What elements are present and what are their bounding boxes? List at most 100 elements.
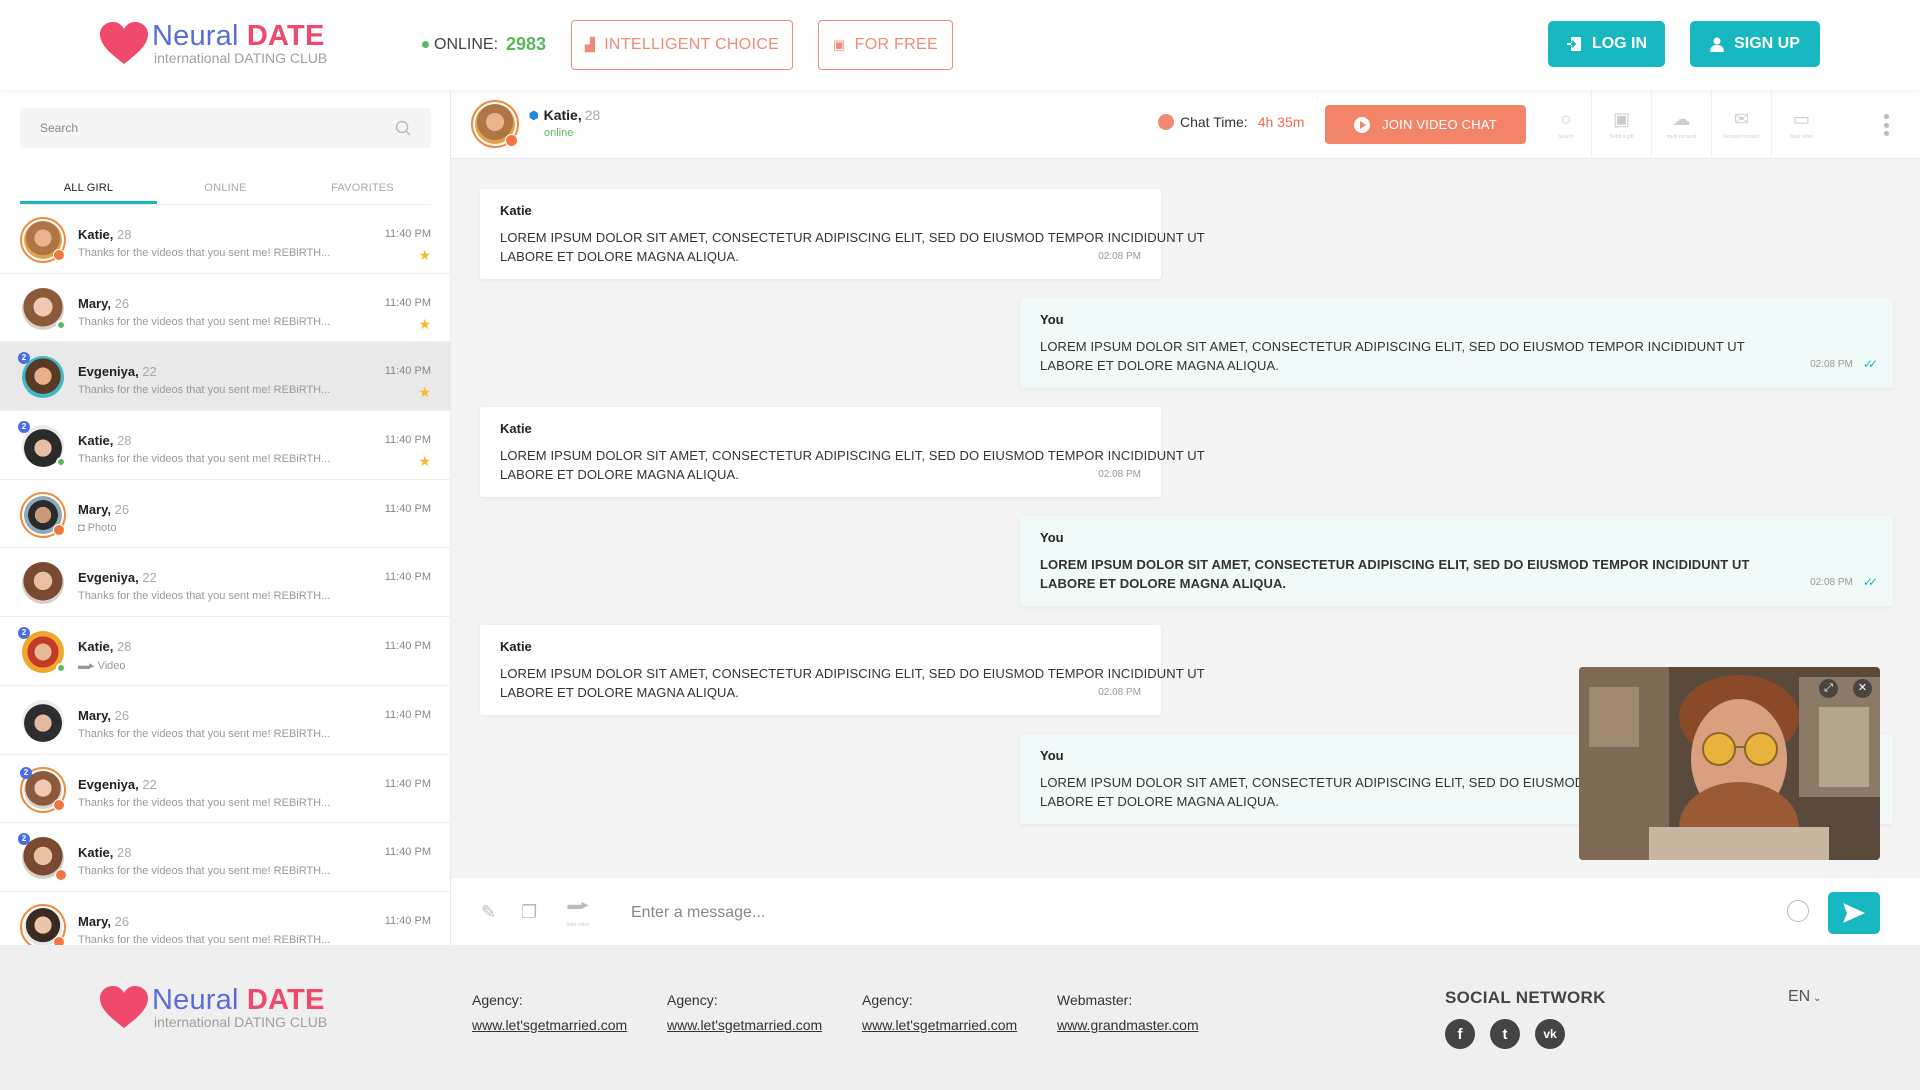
intelligent-choice-button[interactable]: ▟ INTELLIGENT CHOICE	[571, 20, 793, 70]
language-selector[interactable]: EN ⌄	[1788, 988, 1821, 1006]
conversation-item[interactable]: 2 Katie, 28 Thanks for the videos that y…	[0, 411, 451, 480]
emoji-icon[interactable]	[1787, 900, 1809, 922]
chat-toolbar: ○ Search ▣ Send a gift ☁ multi-picsend ✉ Req…	[1541, 90, 1831, 159]
footer-logo[interactable]: Neural DATE international DATING CLUB	[98, 984, 327, 1030]
footer-agency-1: Agency: www.let'sgetmarried.com	[472, 992, 627, 1033]
chat-time: Chat Time: 4h 35m	[1158, 114, 1304, 130]
brand-name: Neural DATE	[152, 19, 325, 52]
conversation-item[interactable]: 2 Evgeniya, 22 Thanks for the videos tha…	[0, 755, 451, 824]
message-text: Lorem ipsum dolor sit amet, consectetur …	[500, 448, 1205, 482]
video-camera-icon: ▭	[1792, 109, 1810, 129]
sender-name: Katie	[500, 639, 532, 654]
expand-icon[interactable]: ⤢	[1819, 679, 1838, 698]
for-free-button[interactable]: ▣ FOR FREE	[818, 20, 953, 70]
contact-icon: ✉	[1733, 109, 1750, 129]
contact-avatar[interactable]	[471, 100, 519, 148]
start-video-tool[interactable]: ▭ Start video	[1771, 90, 1831, 159]
join-video-label: JOIN VIDEO CHAT	[1382, 117, 1497, 132]
message-time: 11:40 PM	[384, 296, 431, 309]
avatar: 2	[18, 833, 67, 882]
footer-agency-3: Agency: www.let'sgetmarried.com	[862, 992, 1017, 1033]
contact-name: Evgeniya, 22	[78, 776, 157, 792]
outgoing-message: You Lorem ipsum dolor sit amet, consecte…	[1020, 298, 1893, 388]
language-label: EN	[1788, 988, 1811, 1005]
send-icon	[1843, 903, 1865, 923]
last-message: Thanks for the videos that you sent me! …	[78, 384, 331, 397]
paperclip-icon[interactable]: ✎	[481, 902, 496, 923]
search-icon[interactable]	[395, 120, 411, 136]
send-gift-tool[interactable]: ▣ Send a gift	[1591, 90, 1651, 159]
conversation-item[interactable]: Mary, 26 Thanks for the videos that you …	[0, 274, 451, 343]
join-video-chat-button[interactable]: JOIN VIDEO CHAT	[1325, 105, 1526, 144]
conversation-item[interactable]: Katie, 28 Thanks for the videos that you…	[0, 205, 451, 274]
online-dot-icon	[422, 41, 429, 48]
chat-time-label: Chat Time:	[1180, 114, 1248, 130]
favorite-star-icon[interactable]: ★	[418, 384, 431, 401]
video-status-icon	[53, 523, 65, 536]
close-icon[interactable]: ✕	[1853, 679, 1872, 698]
message-time: 11:40 PM	[384, 434, 431, 447]
incoming-message: Katie Lorem ipsum dolor sit amet, consec…	[480, 407, 1204, 497]
avatar	[20, 698, 66, 744]
favorite-star-icon[interactable]: ★	[418, 316, 431, 333]
request-contact-tool[interactable]: ✉ Request contact	[1711, 90, 1771, 159]
login-button[interactable]: LOG IN	[1548, 21, 1665, 67]
message-input[interactable]	[631, 898, 1631, 928]
footer-link[interactable]: www.let'sgetmarried.com	[667, 1017, 822, 1033]
multi-image-icon[interactable]: ❐	[521, 902, 537, 923]
twitter-icon[interactable]: t	[1490, 1019, 1520, 1049]
favorite-star-icon[interactable]: ★	[418, 453, 431, 470]
login-icon	[1566, 37, 1581, 51]
footer-link-label: Agency:	[472, 992, 523, 1008]
facebook-icon[interactable]: f	[1445, 1019, 1475, 1049]
send-button[interactable]	[1828, 892, 1880, 934]
footer-link[interactable]: www.grandmaster.com	[1057, 1017, 1199, 1033]
conversation-item[interactable]: Mary, 26 Thanks for the videos that you …	[0, 686, 451, 755]
search-input[interactable]	[40, 121, 395, 135]
heart-logo-icon	[100, 22, 148, 64]
conversation-item[interactable]: 2 Evgeniya, 22 Thanks for the videos tha…	[0, 342, 451, 412]
tab-online[interactable]: ONLINE	[157, 170, 294, 204]
sender-name: You	[1040, 312, 1064, 327]
signup-button[interactable]: SIGN UP	[1690, 21, 1820, 67]
last-message: Thanks for the videos that you sent me! …	[78, 315, 331, 328]
login-label: LOG IN	[1591, 35, 1648, 52]
message-text: Lorem ipsum dolor sit amet, consectetur …	[1040, 557, 1750, 591]
logo[interactable]: Neural DATE international DATING CLUB	[98, 20, 327, 66]
brand-tagline: international DATING CLUB	[154, 1013, 328, 1030]
online-status-icon	[56, 663, 66, 674]
online-counter: ONLINE: 2983	[422, 34, 546, 55]
cloud-icon: ☁	[1672, 109, 1691, 129]
contact-status: online	[544, 127, 574, 139]
avatar: 2	[18, 627, 66, 675]
top-header: Neural DATE international DATING CLUB ON…	[0, 0, 1920, 90]
conversation-item[interactable]: Mary, 26 ◘ Photo 11:40 PM	[0, 480, 451, 549]
avatar	[20, 560, 66, 606]
video-preview[interactable]: ⤢ ✕	[1579, 667, 1880, 860]
search-tool[interactable]: ○ Search	[1541, 90, 1591, 159]
brand-tagline: international DATING CLUB	[154, 49, 328, 66]
tool-label: Start video	[1789, 134, 1814, 140]
favorite-star-icon[interactable]: ★	[418, 247, 431, 264]
conversation-item[interactable]: Evgeniya, 22 Thanks for the videos that …	[0, 548, 451, 618]
start-video-label: Start video	[566, 922, 590, 928]
filter-tabs: ALL GIRL ONLINE FAVORITES	[20, 170, 431, 205]
conversation-item[interactable]: 2 Katie, 28 ▬▸ Video 11:40 PM	[0, 617, 451, 686]
search-icon: ○	[1560, 109, 1572, 129]
clock-icon	[1158, 114, 1174, 130]
more-menu-icon[interactable]	[1884, 114, 1890, 136]
vk-icon[interactable]: vk	[1535, 1019, 1565, 1049]
message-time: 11:40 PM	[384, 846, 431, 859]
conversation-item[interactable]: 2 Katie, 28 Thanks for the videos that y…	[0, 823, 451, 892]
footer-link[interactable]: www.let'sgetmarried.com	[862, 1017, 1017, 1033]
multi-send-tool[interactable]: ☁ multi-picsend	[1651, 90, 1711, 159]
footer-webmaster: Webmaster: www.grandmaster.com	[1057, 992, 1199, 1033]
start-video-button[interactable]: ▬▸ Start video	[566, 896, 590, 929]
online-label: ONLINE:	[434, 35, 499, 53]
tab-favorites[interactable]: FAVORITES	[294, 170, 431, 204]
search-box[interactable]	[20, 108, 431, 148]
tab-all-girl[interactable]: ALL GIRL	[20, 170, 157, 204]
sender-name: You	[1040, 530, 1064, 545]
video-status-icon	[53, 798, 65, 811]
footer-link[interactable]: www.let'sgetmarried.com	[472, 1017, 627, 1033]
